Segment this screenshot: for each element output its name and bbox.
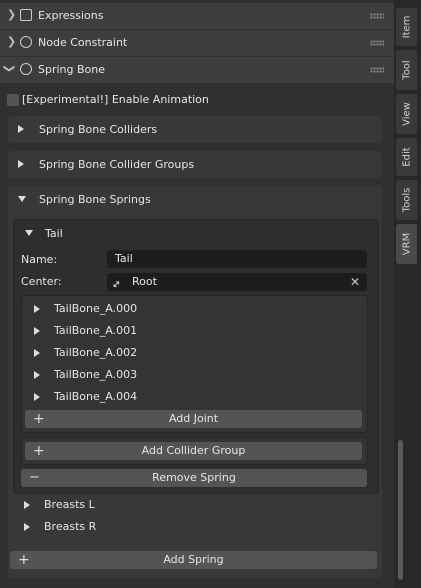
triangle-down-icon [25,230,33,236]
minus-icon: − [29,470,40,485]
joint-label: TailBone_A.001 [54,324,138,337]
enable-animation-label: [Experimental!] Enable Animation [22,93,209,106]
add-collider-group-label: Add Collider Group [141,444,246,457]
triangle-right-icon [24,501,30,509]
expressions-header[interactable]: ❯ Expressions [0,3,394,29]
scrollbar[interactable] [398,440,403,580]
center-label: Center: [21,275,62,288]
header-label: Spring Bone [38,63,106,76]
triangle-right-icon [24,523,30,531]
triangle-right-icon [34,349,40,357]
tab-view[interactable]: View [396,94,417,134]
triangle-right-icon [34,371,40,379]
header-label: Node Constraint [38,36,128,49]
properties-panel: ❯ Expressions ❯ Node Constraint ❯ Spring… [0,0,394,588]
name-field[interactable]: Tail [107,250,367,268]
tab-edit[interactable]: Edit [396,138,417,176]
name-label: Name: [21,253,58,266]
add-collider-group-button[interactable]: + Add Collider Group [25,442,362,460]
header-label: Expressions [38,9,104,22]
plus-icon: + [33,443,45,459]
center-field[interactable]: ↔ Root ✕ [107,273,367,292]
joint-label: TailBone_A.000 [54,302,138,315]
joint-label: TailBone_A.003 [54,368,138,381]
node-constraint-header[interactable]: ❯ Node Constraint [0,30,394,56]
tab-tools[interactable]: Tools [396,180,417,220]
tab-item[interactable]: Item [396,8,417,46]
chevron-right-icon: ❯ [7,35,17,48]
center-field-value: Root [132,275,157,288]
triangle-right-icon [18,125,24,133]
triangle-right-icon [18,160,24,168]
collider-groups-section[interactable]: Spring Bone Collider Groups [8,151,382,178]
triangle-down-icon [18,196,26,202]
spring-label: Breasts R [44,520,97,533]
spring-label: Breasts L [44,498,95,511]
drag-grip-icon[interactable] [370,67,384,73]
clear-icon[interactable]: ✕ [350,273,360,291]
joint-row[interactable]: TailBone_A.000 [21,300,361,318]
chevron-right-icon: ❯ [7,8,17,21]
joint-row[interactable]: TailBone_A.001 [21,322,361,340]
chevron-down-icon: ❯ [3,63,17,74]
add-joint-label: Add Joint [168,412,219,425]
add-spring-label: Add Spring [163,553,224,566]
tab-tool[interactable]: Tool [396,50,417,90]
spring-tail-header[interactable]: Tail [14,220,378,246]
joint-label: TailBone_A.004 [54,390,138,403]
drag-grip-icon[interactable] [370,40,384,46]
joint-row[interactable]: TailBone_A.002 [21,344,361,362]
spring-bone-header[interactable]: ❯ Spring Bone [0,57,394,83]
joint-row[interactable]: TailBone_A.004 [21,388,361,406]
section-label: Spring Bone Springs [39,193,151,206]
section-label: Spring Bone Colliders [39,123,158,136]
joint-row[interactable]: TailBone_A.003 [21,366,361,384]
drag-grip-icon[interactable] [370,13,384,19]
tab-vrm[interactable]: VRM [396,224,417,264]
remove-spring-button[interactable]: − Remove Spring [21,469,367,487]
expressions-icon [20,9,32,21]
spring-row[interactable]: Breasts R [13,518,377,536]
remove-spring-label: Remove Spring [152,471,236,484]
name-field-value: Tail [115,252,133,265]
section-label: Spring Bone Collider Groups [39,158,195,171]
constraint-icon [20,36,32,48]
enable-animation-checkbox[interactable] [7,94,19,106]
triangle-right-icon [34,305,40,313]
spring-bone-icon [20,63,32,75]
plus-icon: + [33,411,45,427]
triangle-right-icon [34,393,40,401]
add-joint-button[interactable]: + Add Joint [25,410,362,428]
spring-title: Tail [45,227,63,240]
triangle-right-icon [34,327,40,335]
plus-icon: + [18,552,30,568]
colliders-section[interactable]: Spring Bone Colliders [8,116,382,143]
joint-label: TailBone_A.002 [54,346,138,359]
springs-section-header[interactable]: Spring Bone Springs [8,186,382,213]
add-spring-button[interactable]: + Add Spring [10,551,377,569]
spring-row[interactable]: Breasts L [13,496,377,514]
